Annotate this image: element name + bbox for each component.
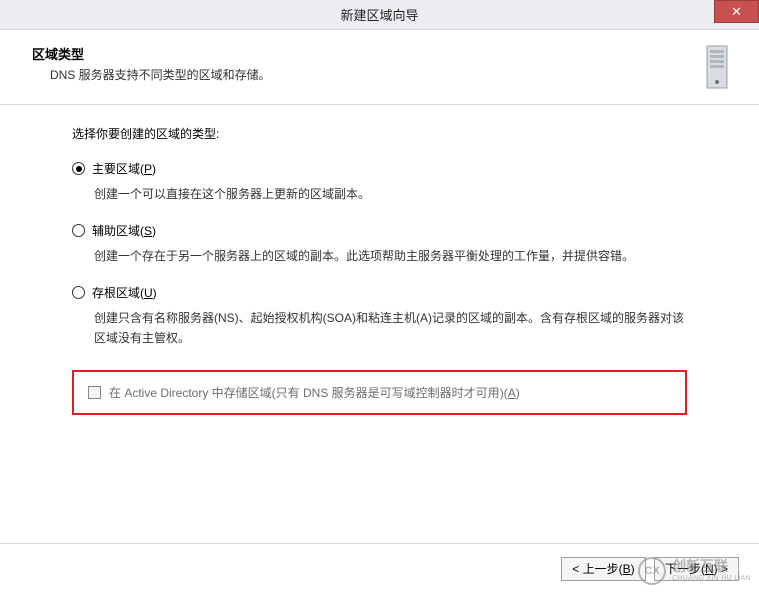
radio-label-primary[interactable]: 主要区域(P) bbox=[92, 160, 156, 177]
prompt-text: 选择你要创建的区域的类型: bbox=[72, 125, 687, 142]
header-description: DNS 服务器支持不同类型的区域和存储。 bbox=[50, 66, 687, 83]
ad-storage-highlight: 在 Active Directory 中存储区域(只有 DNS 服务器是可写域控… bbox=[72, 370, 687, 415]
header-text-block: 区域类型 DNS 服务器支持不同类型的区域和存储。 bbox=[32, 44, 687, 83]
wizard-header: 区域类型 DNS 服务器支持不同类型的区域和存储。 bbox=[0, 30, 759, 105]
ad-storage-label: 在 Active Directory 中存储区域(只有 DNS 服务器是可写域控… bbox=[109, 384, 520, 401]
radio-row-stub[interactable]: 存根区域(U) bbox=[72, 284, 687, 301]
radio-row-secondary[interactable]: 辅助区域(S) bbox=[72, 222, 687, 239]
close-button[interactable]: ✕ bbox=[714, 0, 759, 23]
radio-stub[interactable] bbox=[72, 286, 85, 299]
radio-label-stub[interactable]: 存根区域(U) bbox=[92, 284, 157, 301]
option-desc-primary: 创建一个可以直接在这个服务器上更新的区域副本。 bbox=[94, 185, 687, 204]
header-title: 区域类型 bbox=[32, 44, 687, 63]
option-secondary-zone: 辅助区域(S) 创建一个存在于另一个服务器上的区域的副本。此选项帮助主服务器平衡… bbox=[72, 222, 687, 266]
next-button[interactable]: 下一步(N) > bbox=[654, 557, 739, 581]
ad-checkbox-row: 在 Active Directory 中存储区域(只有 DNS 服务器是可写域控… bbox=[88, 384, 671, 401]
wizard-content: 选择你要创建的区域的类型: 主要区域(P) 创建一个可以直接在这个服务器上更新的… bbox=[0, 105, 759, 425]
server-icon bbox=[697, 44, 737, 90]
option-stub-zone: 存根区域(U) 创建只含有名称服务器(NS)、起始授权机构(SOA)和粘连主机(… bbox=[72, 284, 687, 347]
option-primary-zone: 主要区域(P) 创建一个可以直接在这个服务器上更新的区域副本。 bbox=[72, 160, 687, 204]
radio-label-secondary[interactable]: 辅助区域(S) bbox=[92, 222, 156, 239]
title-bar: 新建区域向导 ✕ bbox=[0, 0, 759, 30]
option-desc-secondary: 创建一个存在于另一个服务器上的区域的副本。此选项帮助主服务器平衡处理的工作量，并… bbox=[94, 247, 687, 266]
radio-secondary[interactable] bbox=[72, 224, 85, 237]
ad-storage-checkbox bbox=[88, 386, 101, 399]
radio-primary[interactable] bbox=[72, 162, 85, 175]
window-title: 新建区域向导 bbox=[340, 5, 418, 24]
back-button[interactable]: < 上一步(B) bbox=[561, 557, 646, 581]
radio-row-primary[interactable]: 主要区域(P) bbox=[72, 160, 687, 177]
option-desc-stub: 创建只含有名称服务器(NS)、起始授权机构(SOA)和粘连主机(A)记录的区域的… bbox=[94, 309, 687, 347]
close-icon: ✕ bbox=[731, 4, 742, 20]
wizard-footer: < 上一步(B) 下一步(N) > bbox=[0, 543, 759, 593]
